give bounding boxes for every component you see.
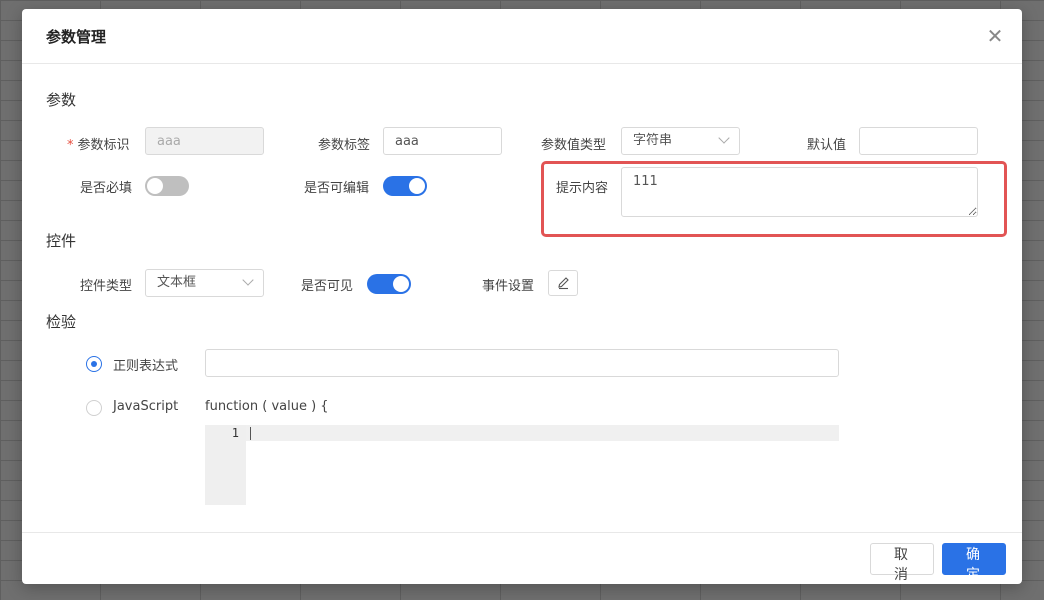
control-type-label: 控件类型 xyxy=(80,279,133,294)
value-type-value: 字符串 xyxy=(633,133,673,148)
hint-label: 提示内容 xyxy=(556,181,609,196)
required-label: 是否必填 xyxy=(80,181,133,196)
javascript-label: JavaScript xyxy=(113,399,179,414)
regex-input[interactable] xyxy=(205,349,839,377)
dialog-header: 参数管理 ✕ xyxy=(22,9,1022,64)
hint-textarea[interactable]: 111 xyxy=(621,167,978,217)
section-title-control: 控件 xyxy=(46,232,77,250)
control-type-value: 文本框 xyxy=(157,275,197,290)
close-icon[interactable]: ✕ xyxy=(984,25,1006,47)
control-type-select[interactable]: 文本框 xyxy=(145,269,264,297)
javascript-radio[interactable] xyxy=(86,400,102,416)
required-mark: * xyxy=(67,138,74,153)
param-id-label-text: 参数标识 xyxy=(77,138,130,153)
editable-label: 是否可编辑 xyxy=(304,181,370,196)
line-number: 1 xyxy=(231,426,239,440)
param-id-input[interactable] xyxy=(145,127,264,155)
dialog-title: 参数管理 xyxy=(46,28,107,46)
value-type-label: 参数值类型 xyxy=(541,138,607,153)
default-value-label: 默认值 xyxy=(807,138,847,153)
active-line xyxy=(246,425,839,441)
text-cursor xyxy=(250,427,251,440)
visible-switch[interactable] xyxy=(367,274,411,294)
visible-label: 是否可见 xyxy=(301,279,354,294)
function-signature: function ( value ) { xyxy=(205,399,329,414)
switch-knob xyxy=(147,178,163,194)
dialog-footer: 取 消 确 定 xyxy=(22,532,1022,584)
param-management-dialog: 参数管理 ✕ 参数 *参数标识 参数标签 参数值类型 字符串 默认值 是否必填 … xyxy=(22,9,1022,584)
code-editor[interactable]: 1 xyxy=(205,425,839,505)
editor-gutter: 1 xyxy=(205,425,246,505)
event-settings-button[interactable] xyxy=(548,270,578,296)
cancel-button[interactable]: 取 消 xyxy=(870,543,934,583)
param-label-label: 参数标签 xyxy=(318,138,371,153)
editable-switch[interactable] xyxy=(383,176,427,196)
switch-knob xyxy=(409,178,425,194)
param-label-input[interactable] xyxy=(383,127,502,155)
value-type-select[interactable]: 字符串 xyxy=(621,127,740,155)
regex-radio[interactable] xyxy=(86,356,102,372)
edit-icon xyxy=(558,277,569,290)
switch-knob xyxy=(393,276,409,292)
chevron-down-icon xyxy=(242,274,254,286)
param-id-label: * 参数标识 xyxy=(67,134,130,153)
regex-label: 正则表达式 xyxy=(113,359,179,374)
ok-button[interactable]: 确 定 xyxy=(942,543,1006,583)
chevron-down-icon xyxy=(718,132,730,144)
event-settings-label: 事件设置 xyxy=(482,279,535,294)
section-title-validation: 检验 xyxy=(46,313,77,331)
default-value-input[interactable] xyxy=(859,127,978,155)
section-title-params: 参数 xyxy=(46,91,77,109)
required-switch[interactable] xyxy=(145,176,189,196)
